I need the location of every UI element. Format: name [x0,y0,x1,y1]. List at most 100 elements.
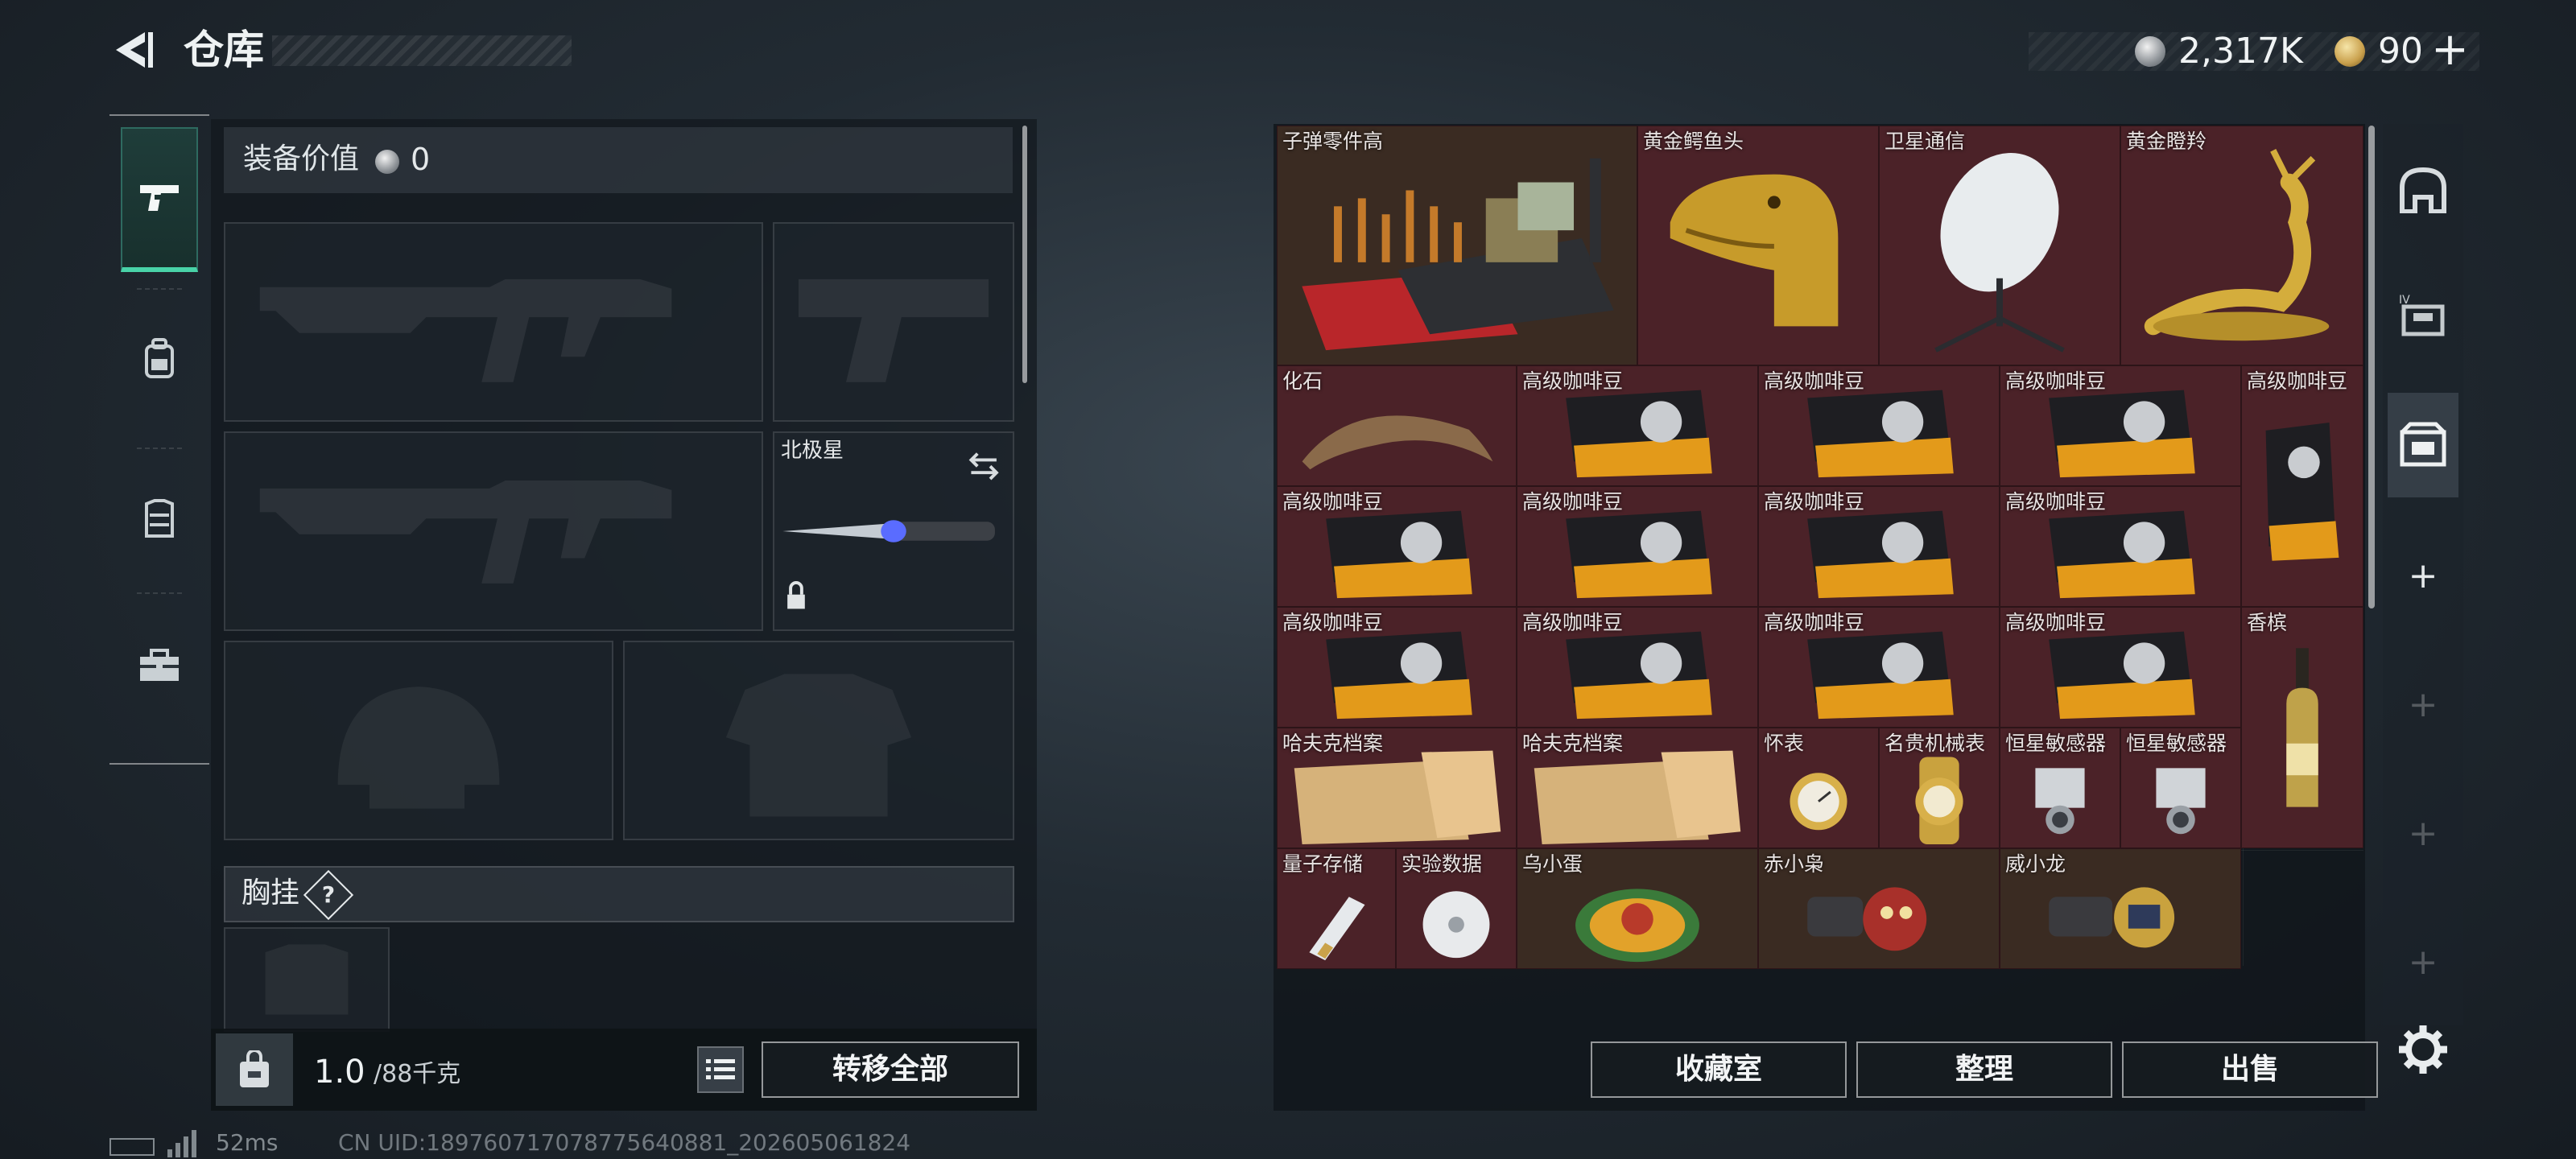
gear-icon [2399,1025,2447,1074]
tab-home-storage[interactable] [2388,137,2458,241]
secondary-weapon-slot[interactable] [224,431,763,631]
ping-readout: 52ms [216,1129,279,1156]
storage-item-chi-owl[interactable]: 赤小枭 [1758,848,2000,969]
tab-tools[interactable] [121,594,198,739]
sell-button[interactable]: 出售 [2122,1041,2378,1098]
armor-silhouette-icon [725,674,912,817]
storage-scrollbar[interactable] [2368,126,2375,608]
silver-amount: 2,317K [2178,31,2303,72]
settings-button[interactable] [2396,1022,2450,1077]
locked-storage-page: + [2408,942,2438,983]
silver-coin-icon [375,150,399,174]
gold-coin-icon [2334,36,2365,67]
list-icon [706,1059,735,1079]
equipment-scrollbar[interactable] [1022,126,1027,383]
home-storage-icon [2400,167,2446,213]
primary-weapon-slot[interactable] [224,222,763,422]
sidearm-slot[interactable] [773,222,1014,422]
storage-item-coffee-beans[interactable]: 高级咖啡豆 [1277,486,1517,607]
knife-icon [782,452,999,609]
storage-item-coffee-beans[interactable]: 高级咖啡豆 [1517,607,1758,728]
equipment-value-label: 装备价值 [243,142,360,175]
back-arrow-icon [116,32,153,68]
gold-amount: 90 [2378,31,2423,72]
chest-rig-slot[interactable] [224,927,390,1032]
storage-item-pocket-watch[interactable]: 怀表 [1758,728,1879,848]
storage-item-golden-crocodile-head[interactable]: 黄金鳄鱼头 [1637,126,1879,365]
pistol-icon [140,185,179,211]
golden-crocodile-head-icon [1670,174,1839,327]
ammo-crate-icon [1302,158,1614,351]
storage-item-coffee-beans[interactable]: 高级咖啡豆 [2000,365,2241,486]
storage-item-coffee-beans[interactable]: 高级咖啡豆 [1517,365,1758,486]
melee-slot[interactable]: 北极星 [773,431,1014,631]
weight-bag-icon [240,1050,269,1087]
tab-storage-4[interactable]: IV [2388,262,2458,367]
coffee-bag-upright-icon [2265,423,2339,561]
storage-item-coffee-beans[interactable]: 高级咖啡豆 [1758,365,2000,486]
assault-rifle-silhouette-icon [259,481,672,584]
help-question-mark: ? [321,881,336,908]
tab-weapons[interactable] [121,127,198,272]
tab-backpack[interactable] [121,287,198,431]
toolbox-icon [140,649,179,681]
signal-icon [167,1130,196,1157]
storage-item-coffee-beans[interactable]: 高级咖啡豆 [2000,486,2241,607]
locked-storage-page: + [2408,684,2438,725]
uid-readout: CN UID:18976071707877564088​1_2026050618… [338,1129,911,1156]
storage-item-wu-egg[interactable]: 乌小蛋 [1517,848,1758,969]
tab-armor[interactable] [121,446,198,591]
storage-item-star-sensor[interactable]: 恒星敏感器 [2000,728,2120,848]
page-title: 仓库 [184,27,264,73]
battery-icon [109,1138,155,1156]
storage-item-coffee-beans-upright[interactable]: 高级咖啡豆 [2241,365,2363,607]
add-currency-button[interactable]: + [2431,24,2469,76]
collection-room-button[interactable]: 收藏室 [1591,1041,1847,1098]
satellite-dish-icon [1934,153,2065,353]
equipment-value-amount: 0 [411,142,431,177]
body-armor-slot[interactable] [623,641,1014,840]
backpack-icon [145,338,174,378]
chest-rig-label: 胸挂 [242,876,300,909]
weight-max: /88千克 [374,1060,461,1088]
storage-item-haavk-file[interactable]: 哈夫克档案 [1277,728,1517,848]
storage-item-haavk-file[interactable]: 哈夫克档案 [1517,728,1758,848]
back-button[interactable] [108,24,159,76]
vest-icon [145,499,174,538]
storage-item-star-sensor[interactable]: 恒星敏感器 [2120,728,2241,848]
storage-item-fossil[interactable]: 化石 [1277,365,1517,486]
storage-item-coffee-beans[interactable]: 高级咖啡豆 [2000,607,2241,728]
sort-button[interactable]: 整理 [1856,1041,2112,1098]
pistol-silhouette-icon [798,278,989,382]
locked-storage-page: + [2408,813,2438,854]
weight-icon [216,1033,293,1106]
category-tabs [109,114,209,765]
storage-item-wei-dragon[interactable]: 威小龙 [2000,848,2241,969]
chest-rig-silhouette-icon [265,944,349,1015]
tab-storage-collection[interactable] [2388,393,2458,497]
storage-box-icon: IV [2399,294,2445,336]
helmet-silhouette-icon [337,687,500,809]
storage-item-coffee-beans[interactable]: 高级咖啡豆 [1758,607,2000,728]
storage-item-coffee-beans[interactable]: 高级咖啡豆 [1277,607,1517,728]
add-storage-page-button[interactable]: + [2399,552,2447,600]
title-decoration [272,35,572,66]
weight-current: 1.0 [314,1054,365,1091]
list-view-button[interactable] [697,1046,744,1093]
storage-item-quantum-storage[interactable]: 量子存储 [1277,848,1396,969]
storage-item-champagne[interactable]: 香槟 [2241,607,2363,848]
storage-item-experiment-data[interactable]: 实验数据 [1396,848,1517,969]
storage-item-coffee-beans[interactable]: 高级咖啡豆 [1517,486,1758,607]
collection-box-icon [2400,422,2446,467]
assault-rifle-silhouette-icon [259,278,672,382]
storage-item-luxury-watch[interactable]: 名贵机械表 [1879,728,2000,848]
champagne-bottle-icon [2286,648,2318,807]
storage-item-golden-gazelle[interactable]: 黄金瞪羚 [2120,126,2363,365]
transfer-all-button[interactable]: 转移全部 [762,1041,1019,1098]
golden-gazelle-icon [2144,149,2330,341]
storage-item-ammo-parts[interactable]: 子弹零件高 [1277,126,1637,365]
storage-item-satellite-comm[interactable]: 卫星通信 [1879,126,2120,365]
helmet-slot[interactable] [224,641,613,840]
silver-coin-icon [2135,36,2165,67]
storage-item-coffee-beans[interactable]: 高级咖啡豆 [1758,486,2000,607]
